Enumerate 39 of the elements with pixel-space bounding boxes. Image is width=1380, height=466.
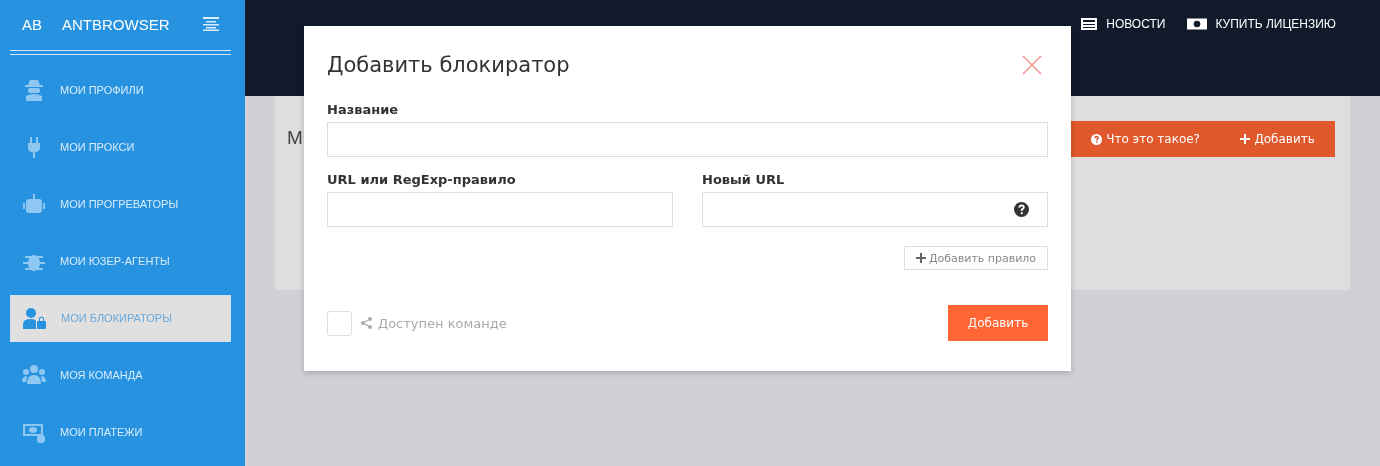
banknote-icon [1187,18,1208,30]
checkbox-label: Доступен команде [378,315,508,331]
users-icon [22,364,46,387]
sidebar-item[interactable]: МОИ ЮЗЕР-АГЕНТЫ [10,238,231,285]
add-rule-button[interactable]: Добавить правило [904,246,1048,270]
dialog-title: Добавить блокиратор [327,53,570,77]
submit-button[interactable]: Добавить [948,305,1048,341]
input-field[interactable] [702,192,1048,227]
add-button[interactable]: Добавить [1236,128,1319,150]
sidebar-item[interactable]: МОИ ПРОФИЛИ [10,67,231,114]
sidebar-item[interactable]: МОИ ПРОГРЕВАТОРЫ [10,181,231,228]
money-icon [22,421,46,444]
sidebar-item[interactable]: МОИ ПРОКСИ [10,124,231,171]
help-button[interactable]: Что это такое? [1087,128,1204,150]
field-label: URL или RegExp-правило [327,172,517,187]
question-icon[interactable] [1014,202,1029,217]
plus-icon [915,253,926,263]
nav-link[interactable]: НОВОСТИ [1080,17,1166,31]
question-icon [1091,133,1103,145]
plus-icon [1240,134,1251,144]
sidebar-item[interactable]: МОЯ КОМАНДА [10,352,231,399]
brand-name: ANTBROWSER [62,15,171,33]
nav-link[interactable]: КУПИТЬ ЛИЦЕНЗИЮ [1187,17,1336,31]
share-icon [361,317,372,329]
spy-icon [22,79,46,102]
sidebar-item[interactable]: МОИ ПЛАТЕЖИ [10,409,231,456]
logo: AB [22,15,42,33]
close-icon[interactable] [1022,55,1042,75]
name-field[interactable] [327,122,1048,157]
user-lock-icon [23,307,47,330]
page-title: М [287,127,303,149]
menu-icon[interactable] [203,17,219,32]
field-label: Новый URL [702,172,786,187]
robot-icon [22,193,46,216]
input-field[interactable] [327,192,673,227]
checkbox[interactable] [327,310,352,336]
newspaper-icon [1080,18,1099,30]
field-label: Название [327,102,400,117]
sidebar-item[interactable]: МОИ БЛОКИРАТОРЫ [10,295,231,342]
